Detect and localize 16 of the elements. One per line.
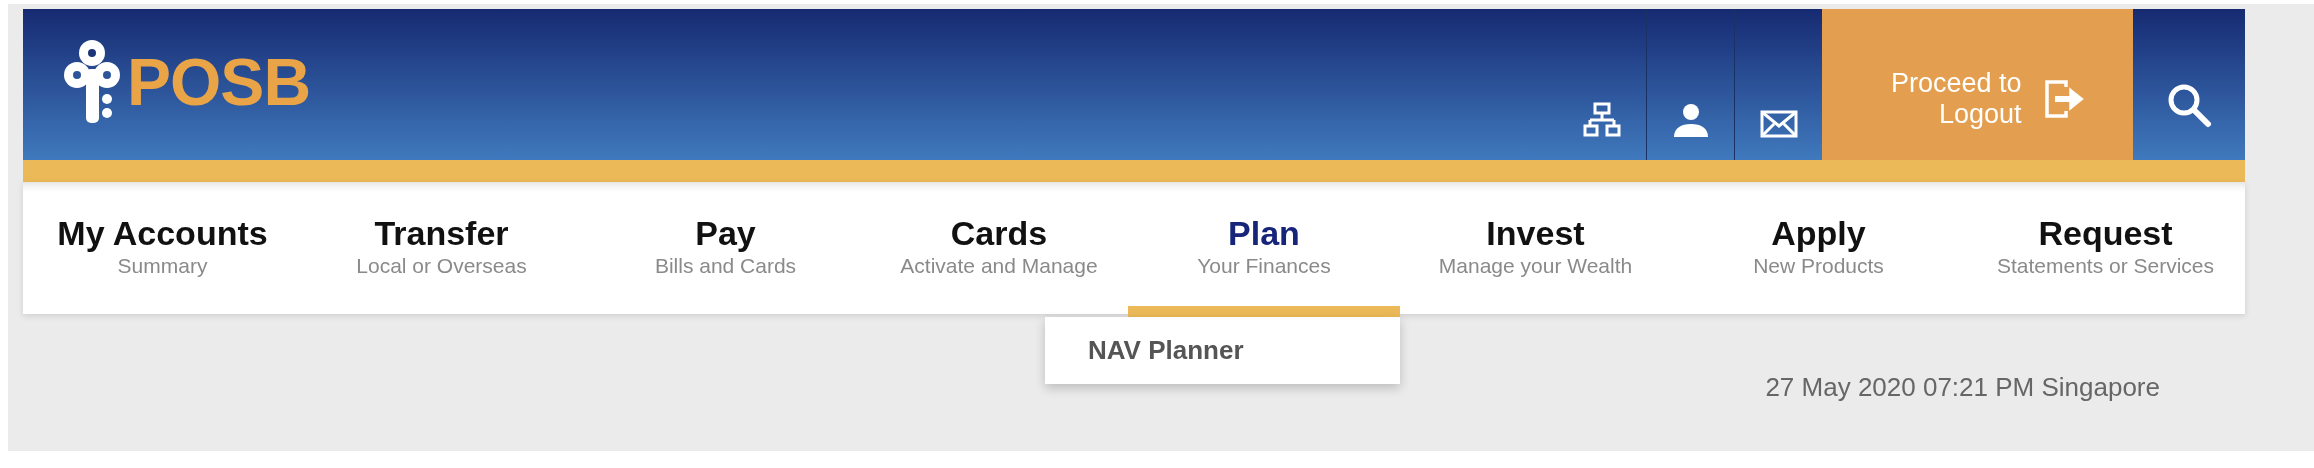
nav-tab[interactable]: Cards Activate and Manage bbox=[900, 214, 1098, 280]
mail-icon bbox=[1759, 110, 1798, 138]
nav-tab[interactable]: Transfer Local or Overseas bbox=[356, 214, 527, 280]
nav-tab[interactable]: Request Statements or Services bbox=[1996, 214, 2215, 280]
nav-tab[interactable]: Invest Manage your Wealth bbox=[1438, 214, 1633, 280]
user-icon bbox=[1671, 102, 1710, 138]
key-icon bbox=[63, 39, 121, 125]
sitemap-icon bbox=[1583, 102, 1621, 138]
nav-tab[interactable]: Apply New Products bbox=[1753, 214, 1884, 280]
date-time-text: 27 May 2020 07:21 PM Singapore bbox=[1765, 372, 2160, 403]
nav-tab[interactable]: My Accounts Summary bbox=[57, 214, 268, 280]
logo-text: POSB bbox=[127, 44, 311, 120]
nav-tab[interactable]: Pay Bills and Cards bbox=[654, 214, 797, 280]
logout-icon bbox=[2043, 78, 2084, 119]
nav-tab[interactable]: Plan Your Finances bbox=[1197, 214, 1331, 280]
menu-item[interactable]: NAV Planner bbox=[1088, 335, 1244, 366]
